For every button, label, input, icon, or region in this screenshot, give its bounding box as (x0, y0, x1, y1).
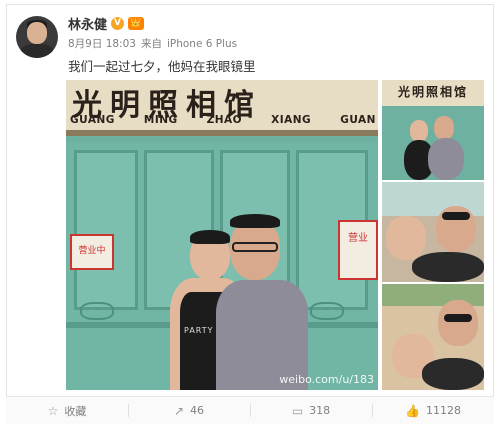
source-prefix: 来自 (140, 38, 162, 50)
avatar-body (20, 44, 54, 58)
action-bar: ☆ 收藏 ↗ 46 ▭ 318 👍 11128 (6, 397, 494, 424)
favorite-label: 收藏 (64, 404, 87, 418)
notice-sign-right: 营业 (338, 220, 378, 280)
member-crown-icon[interactable]: 👑 (128, 16, 145, 30)
sunglasses-icon (444, 314, 472, 322)
sign-word: XIANG (271, 114, 312, 126)
avatar-face (27, 22, 47, 44)
sign-word: GUAN (340, 114, 376, 126)
comment-icon: ▭ (291, 403, 304, 418)
like-count: 11128 (425, 404, 461, 417)
thumbnail-photo[interactable] (382, 182, 484, 282)
vest-print: PARTY (184, 326, 214, 335)
thumb-figure (434, 116, 454, 140)
sign-word: GUANG (70, 114, 115, 126)
thumbnail-shop-sign: 光明照相馆 (382, 80, 484, 106)
thumb-figure (428, 138, 464, 180)
favorite-button[interactable]: ☆ 收藏 (6, 397, 128, 424)
boy-hair (190, 230, 230, 244)
glasses-icon (232, 242, 278, 252)
weibo-watermark: weibo.com/u/183 (279, 373, 374, 386)
post-text: 我们一起过七夕，他妈在我眼镜里 (68, 59, 256, 74)
thumb-figure (422, 358, 484, 390)
thumb-figure (386, 216, 426, 260)
author-row: 林永健 V 👑 (68, 14, 145, 33)
thumb-figure (438, 300, 478, 346)
share-icon: ↗ (173, 403, 185, 418)
shop-sign: 光明照相馆 GUANG MING ZHAO XIANG GUAN (66, 80, 378, 136)
post-meta: 8月9日 18:03 来自 iPhone 6 Plus (68, 36, 242, 51)
author-name[interactable]: 林永健 (68, 14, 107, 33)
shop-sign-pinyin: GUANG MING ZHAO XIANG GUAN (70, 114, 376, 126)
like-button[interactable]: 👍 11128 (372, 397, 494, 424)
man-hair (230, 214, 280, 228)
comment-button[interactable]: ▭ 318 (250, 397, 372, 424)
main-photo[interactable]: 光明照相馆 GUANG MING ZHAO XIANG GUAN 营业中 营业 … (66, 80, 378, 390)
door-panel (74, 150, 138, 310)
star-icon: ☆ (47, 403, 59, 418)
share-button[interactable]: ↗ 46 (128, 397, 250, 424)
comment-count: 318 (309, 404, 331, 417)
thumb-figure (412, 252, 484, 282)
sunglasses-icon (442, 212, 470, 220)
sign-word: ZHAO (206, 114, 243, 126)
avatar[interactable] (16, 16, 58, 58)
door-ornament (310, 302, 344, 320)
thumbnail-photo[interactable]: 光明照相馆 (382, 80, 484, 180)
like-icon: 👍 (405, 403, 420, 418)
post-date[interactable]: 8月9日 18:03 (68, 38, 136, 50)
share-count: 46 (190, 404, 205, 417)
thumbnail-photo[interactable] (382, 284, 484, 390)
door-ornament (80, 302, 114, 320)
verified-badge-icon[interactable]: V (111, 16, 125, 30)
sign-word: MING (143, 114, 178, 126)
notice-sign-left: 营业中 (70, 234, 114, 270)
thumb-figure (410, 120, 428, 142)
post-source[interactable]: iPhone 6 Plus (167, 38, 237, 50)
